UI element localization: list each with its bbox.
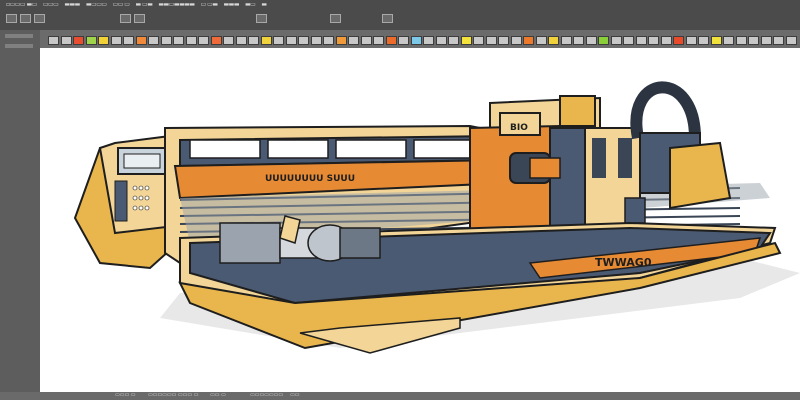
menu-item[interactable]: ▭▭▭ bbox=[43, 2, 59, 8]
color-swatch[interactable] bbox=[160, 36, 172, 45]
color-swatch[interactable] bbox=[535, 36, 547, 45]
color-swatch[interactable] bbox=[348, 36, 359, 45]
color-swatch[interactable] bbox=[223, 36, 234, 45]
color-swatch[interactable] bbox=[635, 36, 647, 45]
base-label-text: TWWAG0 bbox=[595, 256, 652, 269]
color-swatch[interactable] bbox=[60, 36, 72, 45]
color-swatch[interactable] bbox=[398, 36, 409, 45]
color-swatch[interactable] bbox=[85, 36, 97, 45]
color-swatch[interactable] bbox=[410, 36, 422, 45]
color-swatch[interactable] bbox=[785, 36, 797, 45]
color-swatch[interactable] bbox=[773, 36, 784, 45]
rail-label-text: UUUUUUUU SUUU bbox=[265, 174, 355, 184]
color-swatch[interactable] bbox=[248, 36, 259, 45]
color-swatch[interactable] bbox=[110, 36, 122, 45]
new-file-icon[interactable] bbox=[6, 14, 17, 23]
color-swatch[interactable] bbox=[523, 36, 534, 45]
color-swatch[interactable] bbox=[435, 36, 447, 45]
drawing-canvas[interactable]: UUUUUUUU SUUU BIO TWWAG0 bbox=[40, 48, 800, 392]
save-file-icon[interactable] bbox=[34, 14, 45, 23]
color-swatch[interactable] bbox=[385, 36, 397, 45]
color-swatch[interactable] bbox=[123, 36, 134, 45]
color-swatch[interactable] bbox=[610, 36, 622, 45]
color-swatch[interactable] bbox=[598, 36, 609, 45]
color-swatch[interactable] bbox=[273, 36, 284, 45]
color-swatch[interactable] bbox=[198, 36, 209, 45]
status-item: ▭▭ ▭ bbox=[210, 392, 226, 398]
color-swatch[interactable] bbox=[748, 36, 759, 45]
color-swatch[interactable] bbox=[285, 36, 297, 45]
color-swatch[interactable] bbox=[460, 36, 472, 45]
color-swatch[interactable] bbox=[185, 36, 197, 45]
undo-icon[interactable] bbox=[120, 14, 131, 23]
color-swatch[interactable] bbox=[335, 36, 347, 45]
color-palette bbox=[40, 30, 800, 49]
color-swatch[interactable] bbox=[723, 36, 734, 45]
menu-item[interactable]: ▬ ▭▬ bbox=[135, 2, 152, 8]
zoom-icon[interactable] bbox=[256, 14, 267, 23]
open-file-icon[interactable] bbox=[20, 14, 31, 23]
color-swatch[interactable] bbox=[298, 36, 309, 45]
left-tool-panel bbox=[0, 30, 40, 400]
color-swatch[interactable] bbox=[135, 36, 147, 45]
color-swatch[interactable] bbox=[360, 36, 372, 45]
menu-item[interactable]: ▬▬▬ bbox=[224, 2, 240, 8]
menu-item[interactable]: ▬▭ bbox=[245, 2, 256, 8]
color-swatch[interactable] bbox=[760, 36, 772, 45]
status-item: ▭▭▭▭▭▭▭ bbox=[250, 392, 284, 398]
color-swatch[interactable] bbox=[623, 36, 634, 45]
color-swatch[interactable] bbox=[473, 36, 484, 45]
color-swatch[interactable] bbox=[510, 36, 522, 45]
color-swatch[interactable] bbox=[373, 36, 384, 45]
redo-icon[interactable] bbox=[134, 14, 145, 23]
color-swatch[interactable] bbox=[485, 36, 497, 45]
color-swatch[interactable] bbox=[560, 36, 572, 45]
menu-item[interactable]: ▬▬▬ bbox=[64, 2, 80, 8]
color-swatch[interactable] bbox=[673, 36, 684, 45]
menu-item[interactable]: ▫▭▭▭ ▬▭ bbox=[6, 2, 37, 8]
color-swatch[interactable] bbox=[498, 36, 509, 45]
color-swatch[interactable] bbox=[573, 36, 584, 45]
status-item: ▭▭▭ ▭ bbox=[115, 392, 136, 398]
industrial-machine-illustration: UUUUUUUU SUUU BIO TWWAG0 bbox=[73, 81, 800, 354]
layer-icon[interactable] bbox=[330, 14, 341, 23]
color-swatch[interactable] bbox=[98, 36, 109, 45]
color-swatch[interactable] bbox=[660, 36, 672, 45]
color-swatch[interactable] bbox=[685, 36, 697, 45]
status-item: ▭▭▭▭▭▭ ▭▭▭ ▭ bbox=[148, 392, 199, 398]
color-swatch[interactable] bbox=[585, 36, 597, 45]
menu-item[interactable]: ▭ ▭▬ bbox=[201, 2, 218, 8]
color-swatch[interactable] bbox=[235, 36, 247, 45]
status-bar: ▭▭▭ ▭ ▭▭▭▭▭▭ ▭▭▭ ▭ ▭▭ ▭ ▭▭▭▭▭▭▭ ▭▭ bbox=[0, 392, 800, 400]
head-panel-label: BIO bbox=[510, 123, 528, 133]
menu-item[interactable]: ▭▭ ▭ bbox=[113, 2, 130, 8]
menu-bar: ▫▭▭▭ ▬▭ ▭▭▭ ▬▬▬ ▬▭▭▭ ▭▭ ▭ ▬ ▭▬ ▬▬▭▬▬▬▬ ▭ ▭▬ ▬▬▬ ▬… bbox=[0, 0, 800, 10]
color-swatch[interactable] bbox=[710, 36, 722, 45]
menu-item[interactable]: ▬ bbox=[261, 2, 267, 8]
tool-slot[interactable] bbox=[5, 44, 33, 48]
color-swatch[interactable] bbox=[548, 36, 559, 45]
color-swatch[interactable] bbox=[260, 36, 272, 45]
title-toolbar-area: ▫▭▭▭ ▬▭ ▭▭▭ ▬▬▬ ▬▭▭▭ ▭▭ ▭ ▬ ▭▬ ▬▬▭▬▬▬▬ ▭ ▭▬ ▬▬▬ ▬… bbox=[0, 0, 800, 30]
settings-icon[interactable] bbox=[382, 14, 393, 23]
color-swatch[interactable] bbox=[310, 36, 322, 45]
color-swatch[interactable] bbox=[148, 36, 159, 45]
menu-item[interactable]: ▬▭▭▭ bbox=[86, 2, 107, 8]
color-swatch[interactable] bbox=[735, 36, 747, 45]
color-swatch[interactable] bbox=[73, 36, 84, 45]
color-swatch[interactable] bbox=[698, 36, 709, 45]
status-item: ▭▭ bbox=[290, 392, 300, 398]
tool-slot[interactable] bbox=[5, 34, 33, 38]
color-swatch[interactable] bbox=[210, 36, 222, 45]
color-swatch[interactable] bbox=[448, 36, 459, 45]
color-swatch[interactable] bbox=[173, 36, 184, 45]
color-swatch[interactable] bbox=[48, 36, 59, 45]
color-swatch[interactable] bbox=[648, 36, 659, 45]
menu-item[interactable]: ▬▬▭▬▬▬▬ bbox=[158, 2, 195, 8]
color-swatch[interactable] bbox=[423, 36, 434, 45]
color-swatch[interactable] bbox=[323, 36, 334, 45]
